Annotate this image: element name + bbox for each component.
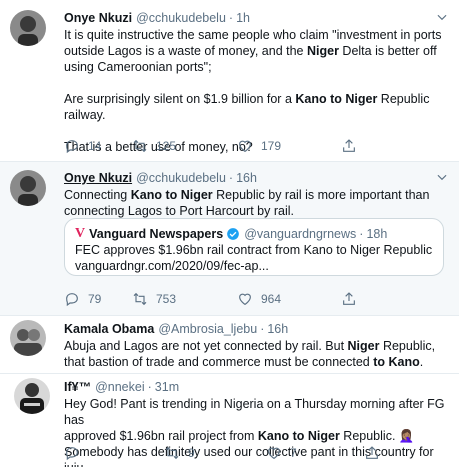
- like-button[interactable]: 7: [266, 445, 364, 461]
- author-handle[interactable]: @nnekei: [95, 379, 145, 395]
- verified-icon: [227, 228, 240, 240]
- author-handle[interactable]: @cchukudebelu: [136, 170, 226, 186]
- avatar[interactable]: [10, 320, 46, 356]
- vanguard-logo-icon: V: [75, 226, 86, 241]
- tweet-time[interactable]: 16h: [236, 170, 257, 186]
- share-icon: [343, 292, 355, 305]
- retweet-button[interactable]: 125: [132, 138, 237, 154]
- share-button[interactable]: [341, 138, 357, 154]
- like-button[interactable]: 964: [237, 291, 341, 307]
- tweet-actions: 9 7: [64, 445, 380, 461]
- tweet-time[interactable]: 31m: [155, 379, 179, 395]
- share-icon: [343, 139, 355, 152]
- separator-dot: ·: [359, 227, 364, 241]
- share-button[interactable]: [364, 445, 380, 461]
- tweet-time[interactable]: 16h: [267, 321, 288, 337]
- retweet-button[interactable]: 9: [164, 445, 266, 461]
- tweet-card[interactable]: Onye Nkuzi @cchukudebelu · 16h Connectin…: [0, 162, 459, 316]
- retweet-button[interactable]: 753: [132, 291, 237, 307]
- tweet-text: Connecting Kano to Niger Republic by rai…: [64, 188, 430, 218]
- retweet-icon: [133, 139, 147, 153]
- author-name[interactable]: If¥™: [64, 379, 91, 395]
- quoted-link[interactable]: vanguardngr.com/2020/09/fec-ap...: [75, 258, 433, 274]
- retweet-icon: [165, 446, 179, 460]
- tweet-text: Abuja and Lagos are not yet connected by…: [64, 339, 436, 369]
- retweet-icon: [133, 292, 147, 306]
- quoted-handle: @vanguardngrnews: [244, 227, 357, 241]
- tweet-actions: 79 753 964: [64, 291, 357, 307]
- tweet-text: It is quite instructive the same people …: [64, 28, 442, 154]
- reply-icon: [66, 140, 78, 154]
- reply-button[interactable]: 79: [64, 291, 132, 307]
- share-button[interactable]: [341, 291, 357, 307]
- separator-dot: ·: [147, 380, 152, 394]
- tweet-card[interactable]: Onye Nkuzi @cchukudebelu · 1h It is quit…: [0, 0, 459, 162]
- reply-icon: [66, 293, 78, 307]
- share-icon: [366, 446, 378, 459]
- tweet-actions: 14 125 179: [64, 138, 357, 154]
- author-handle[interactable]: @cchukudebelu: [136, 10, 226, 26]
- tweet-time[interactable]: 1h: [236, 10, 250, 26]
- quoted-text: FEC approves $1.96bn rail contract from …: [75, 243, 433, 257]
- like-icon: [268, 447, 280, 460]
- tweet-card[interactable]: If¥™ @nnekei · 31m Hey God! Pant is tren…: [0, 374, 459, 467]
- author-name[interactable]: Kamala Obama: [64, 321, 154, 337]
- reply-button[interactable]: 14: [64, 138, 132, 154]
- like-icon: [239, 293, 251, 306]
- like-button[interactable]: 179: [237, 138, 341, 154]
- author-name[interactable]: Onye Nkuzi: [64, 10, 132, 26]
- reply-icon: [66, 447, 78, 461]
- author-name[interactable]: Onye Nkuzi: [64, 170, 132, 186]
- quoted-time: 18h: [366, 227, 388, 241]
- separator-dot: ·: [228, 171, 234, 185]
- avatar[interactable]: [10, 170, 46, 206]
- like-icon: [239, 140, 251, 153]
- quoted-tweet[interactable]: V Vanguard Newspapers @vanguardngrnews ·…: [64, 218, 444, 276]
- avatar[interactable]: [14, 378, 50, 414]
- tweet-card[interactable]: Kamala Obama @Ambrosia_ljebu · 16h Abuja…: [0, 316, 459, 374]
- reply-button[interactable]: [64, 445, 164, 461]
- avatar[interactable]: [10, 10, 46, 46]
- author-handle[interactable]: @Ambrosia_ljebu: [158, 321, 257, 337]
- separator-dot: ·: [228, 11, 234, 25]
- quoted-source-name: Vanguard Newspapers: [89, 227, 224, 241]
- separator-dot: ·: [260, 322, 265, 336]
